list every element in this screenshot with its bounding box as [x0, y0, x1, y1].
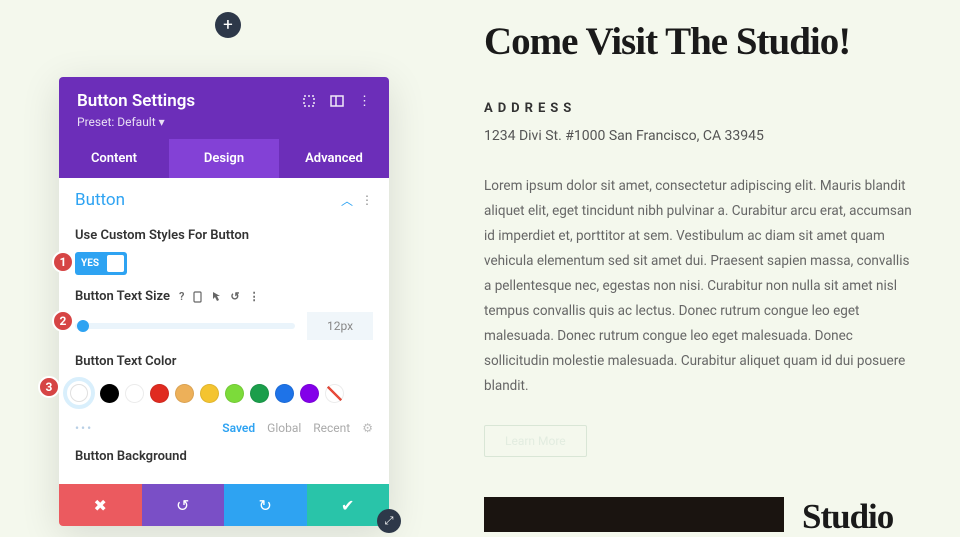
learn-more-button[interactable]: Learn More — [484, 425, 587, 457]
swatch-green[interactable] — [250, 384, 269, 403]
text-size-label: Button Text Size — [75, 289, 170, 304]
tab-design[interactable]: Design — [169, 139, 279, 178]
swatch-yellow[interactable] — [200, 384, 219, 403]
swatch-red[interactable] — [150, 384, 169, 403]
palette-more[interactable]: ••• — [75, 421, 93, 435]
swatch-none[interactable] — [325, 384, 344, 403]
tab-advanced[interactable]: Advanced — [279, 139, 389, 178]
hover-icon[interactable] — [211, 291, 221, 303]
swatch-blue[interactable] — [275, 384, 294, 403]
responsive-icon[interactable] — [193, 291, 202, 303]
page-content: Come Visit The Studio! ADDRESS 1234 Divi… — [484, 20, 920, 457]
add-section-button[interactable]: + — [215, 12, 241, 38]
preset-selector[interactable]: Preset: Default ▾ — [77, 115, 371, 129]
swatch-white[interactable] — [125, 384, 144, 403]
swatch-black[interactable] — [100, 384, 119, 403]
callout-badge-3: 3 — [38, 376, 60, 398]
callout-badge-2: 2 — [52, 310, 74, 332]
toggle-text: YES — [75, 258, 99, 269]
palette-saved[interactable]: Saved — [222, 421, 255, 435]
color-swatches — [75, 377, 373, 409]
more-icon[interactable]: ⋮ — [358, 94, 371, 109]
expand-icon[interactable] — [302, 94, 316, 109]
panel-body: Button ︿ ⋮ Use Custom Styles For Button … — [59, 178, 389, 484]
studio-image — [484, 497, 784, 532]
use-custom-label: Use Custom Styles For Button — [75, 228, 373, 243]
layout-icon[interactable] — [330, 94, 344, 109]
cancel-button[interactable]: ✖ — [59, 484, 142, 526]
collapse-icon[interactable]: ︿ — [341, 192, 353, 209]
panel-title: Button Settings — [77, 91, 195, 111]
address-text: 1234 Divi St. #1000 San Francisco, CA 33… — [484, 128, 920, 144]
toggle-knob — [107, 255, 124, 272]
settings-panel: Button Settings ⋮ Preset: Default ▾ Cont… — [59, 77, 389, 526]
use-custom-toggle[interactable]: YES — [75, 252, 127, 275]
tab-content[interactable]: Content — [59, 139, 169, 178]
swatch-purple[interactable] — [300, 384, 319, 403]
resize-handle[interactable]: ⤢ — [377, 509, 401, 533]
action-bar: ✖ ↺ ↻ ✔ — [59, 484, 389, 526]
undo-button[interactable]: ↺ — [142, 484, 225, 526]
text-size-slider[interactable] — [75, 323, 295, 329]
body-paragraph: Lorem ipsum dolor sit amet, consectetur … — [484, 174, 920, 399]
bg-label: Button Background — [75, 449, 373, 464]
field-more-icon[interactable]: ⋮ — [249, 290, 260, 303]
studio-block: Studio — [484, 497, 920, 537]
palette-recent[interactable]: Recent — [313, 421, 350, 435]
reset-icon[interactable]: ↺ — [230, 290, 239, 303]
callout-badge-1: 1 — [52, 251, 74, 273]
section-title[interactable]: Button — [75, 190, 125, 210]
swatch-lime[interactable] — [225, 384, 244, 403]
redo-button[interactable]: ↻ — [224, 484, 307, 526]
text-color-label: Button Text Color — [75, 354, 373, 369]
swatch-selected[interactable] — [63, 377, 95, 409]
palette-global[interactable]: Global — [267, 421, 301, 435]
swatch-orange[interactable] — [175, 384, 194, 403]
studio-title: Studio — [802, 497, 893, 537]
help-icon[interactable]: ? — [179, 290, 184, 303]
address-label: ADDRESS — [484, 101, 920, 116]
page-headline: Come Visit The Studio! — [484, 20, 920, 65]
tab-bar: Content Design Advanced — [59, 139, 389, 178]
section-more-icon[interactable]: ⋮ — [361, 193, 373, 207]
panel-header: Button Settings ⋮ Preset: Default ▾ — [59, 77, 389, 139]
palette-settings-icon[interactable]: ⚙ — [362, 421, 373, 435]
slider-thumb[interactable] — [77, 320, 89, 332]
text-size-input[interactable] — [307, 312, 373, 340]
